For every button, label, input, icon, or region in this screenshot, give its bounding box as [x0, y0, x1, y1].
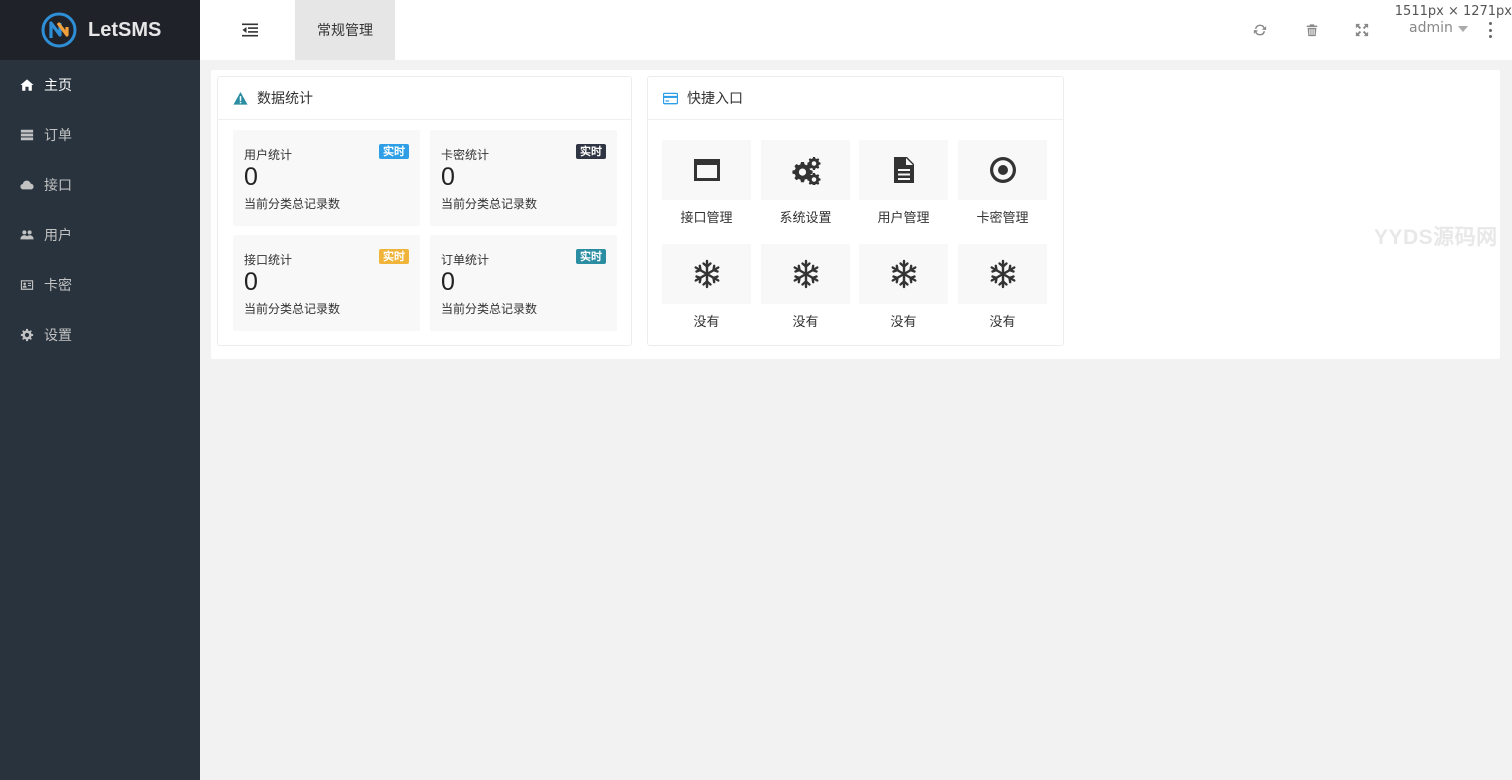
- shortcut-label: 卡密管理: [976, 211, 1029, 226]
- shortcut-label: 没有: [989, 315, 1016, 330]
- sidebar-item-label: 主页: [44, 78, 72, 94]
- stat-title: 接口统计: [244, 253, 293, 267]
- outdent-icon: [242, 23, 258, 37]
- sidebar-nav: 主页 订单 接口 用户 卡密 设置: [0, 60, 200, 360]
- realtime-badge: 实时: [379, 144, 409, 159]
- sidebar-item-orders[interactable]: 订单: [0, 110, 200, 160]
- shortcut-placeholder[interactable]: 没有: [859, 244, 948, 330]
- shortcut-api-management[interactable]: 接口管理: [662, 140, 751, 226]
- file-icon: [893, 157, 914, 183]
- shortcuts-card: 快捷入口 接口管理 系统设置 用户管理 卡密管理 没有 没有 没有 没有: [647, 76, 1064, 346]
- shortcut-label: 没有: [792, 315, 819, 330]
- stat-title: 卡密统计: [441, 148, 490, 162]
- cloud-icon: [20, 178, 34, 192]
- shortcuts-card-header: 快捷入口: [648, 77, 1063, 120]
- realtime-badge: 实时: [576, 249, 606, 264]
- stat-user: 用户统计 实时 0 当前分类总记录数: [233, 130, 420, 226]
- more-vertical-icon: [1488, 22, 1492, 25]
- stat-desc: 当前分类总记录数: [244, 302, 341, 316]
- stat-title: 用户统计: [244, 148, 293, 162]
- stat-value: 0: [441, 163, 455, 191]
- refresh-icon: [1253, 24, 1267, 36]
- shortcut-placeholder[interactable]: 没有: [761, 244, 850, 330]
- realtime-badge: 实时: [576, 144, 606, 159]
- sidebar-item-label: 用户: [44, 228, 72, 244]
- window-icon: [693, 159, 720, 181]
- more-options-button[interactable]: [1484, 22, 1496, 38]
- refresh-button[interactable]: [1251, 21, 1269, 39]
- shortcut-system-settings[interactable]: 系统设置: [761, 140, 850, 226]
- home-icon: [20, 78, 34, 92]
- watermark: YYDS源码网: [1374, 226, 1498, 249]
- shortcut-label: 用户管理: [877, 211, 930, 226]
- stat-desc: 当前分类总记录数: [244, 197, 341, 211]
- shortcut-label: 没有: [890, 315, 917, 330]
- credit-card-icon: [663, 91, 678, 106]
- header: 常规管理 1511px × 1271px admin: [200, 0, 1512, 60]
- target-icon: [989, 157, 1016, 183]
- logo[interactable]: LetSMS: [0, 0, 200, 60]
- logo-icon: [41, 12, 77, 48]
- main-content: 数据统计 用户统计 实时 0 当前分类总记录数 卡密统计 实时 0 当前分类总记…: [211, 70, 1500, 359]
- sidebar-item-cards[interactable]: 卡密: [0, 260, 200, 310]
- stat-desc: 当前分类总记录数: [441, 197, 538, 211]
- stat-api: 接口统计 实时 0 当前分类总记录数: [233, 235, 420, 331]
- sidebar-item-settings[interactable]: 设置: [0, 310, 200, 360]
- user-menu[interactable]: admin: [1409, 20, 1468, 36]
- stat-card-key: 卡密统计 实时 0 当前分类总记录数: [430, 130, 617, 226]
- stat-value: 0: [244, 163, 258, 191]
- caret-down-icon: [1457, 26, 1468, 32]
- viewport-size-readout: 1511px × 1271px: [1394, 4, 1512, 19]
- shortcuts-card-title: 快捷入口: [687, 91, 743, 107]
- username: admin: [1409, 20, 1453, 36]
- stat-desc: 当前分类总记录数: [441, 302, 538, 316]
- realtime-badge: 实时: [379, 249, 409, 264]
- shortcut-placeholder[interactable]: 没有: [662, 244, 751, 330]
- shortcut-label: 接口管理: [680, 211, 733, 226]
- expand-icon: [1355, 23, 1369, 37]
- sidebar-item-label: 卡密: [44, 278, 72, 294]
- shortcut-label: 系统设置: [779, 211, 832, 226]
- snowflake-icon: [694, 259, 719, 289]
- stat-order: 订单统计 实时 0 当前分类总记录数: [430, 235, 617, 331]
- clear-cache-button[interactable]: [1303, 21, 1321, 39]
- stats-card: 数据统计 用户统计 实时 0 当前分类总记录数 卡密统计 实时 0 当前分类总记…: [217, 76, 632, 346]
- stat-value: 0: [441, 268, 455, 296]
- users-icon: [20, 228, 34, 242]
- snowflake-icon: [793, 259, 818, 289]
- sidebar-item-label: 设置: [44, 328, 72, 344]
- sidebar-item-api[interactable]: 接口: [0, 160, 200, 210]
- sidebar-item-users[interactable]: 用户: [0, 210, 200, 260]
- sidebar-item-label: 接口: [44, 178, 72, 194]
- snowflake-icon: [990, 259, 1015, 289]
- sidebar: LetSMS 主页 订单 接口 用户 卡密 设置: [0, 0, 200, 780]
- warning-icon: [233, 91, 248, 106]
- shortcut-placeholder[interactable]: 没有: [958, 244, 1047, 330]
- sidebar-item-label: 订单: [44, 128, 72, 144]
- menu-toggle-button[interactable]: [238, 20, 262, 40]
- tab-general-management[interactable]: 常规管理: [295, 0, 395, 60]
- shortcut-card-management[interactable]: 卡密管理: [958, 140, 1047, 226]
- stat-title: 订单统计: [441, 253, 490, 267]
- shortcut-user-management[interactable]: 用户管理: [859, 140, 948, 226]
- snowflake-icon: [891, 259, 916, 289]
- shortcut-label: 没有: [693, 315, 720, 330]
- id-card-icon: [20, 278, 34, 292]
- trash-icon: [1306, 24, 1318, 37]
- sidebar-item-home[interactable]: 主页: [0, 60, 200, 110]
- server-icon: [20, 128, 34, 142]
- stats-card-header: 数据统计: [218, 77, 631, 120]
- brand-name: LetSMS: [88, 18, 162, 41]
- fullscreen-button[interactable]: [1353, 21, 1371, 39]
- stats-card-title: 数据统计: [257, 91, 313, 107]
- gear-icon: [20, 328, 34, 342]
- cogs-icon: [791, 157, 820, 185]
- stat-value: 0: [244, 268, 258, 296]
